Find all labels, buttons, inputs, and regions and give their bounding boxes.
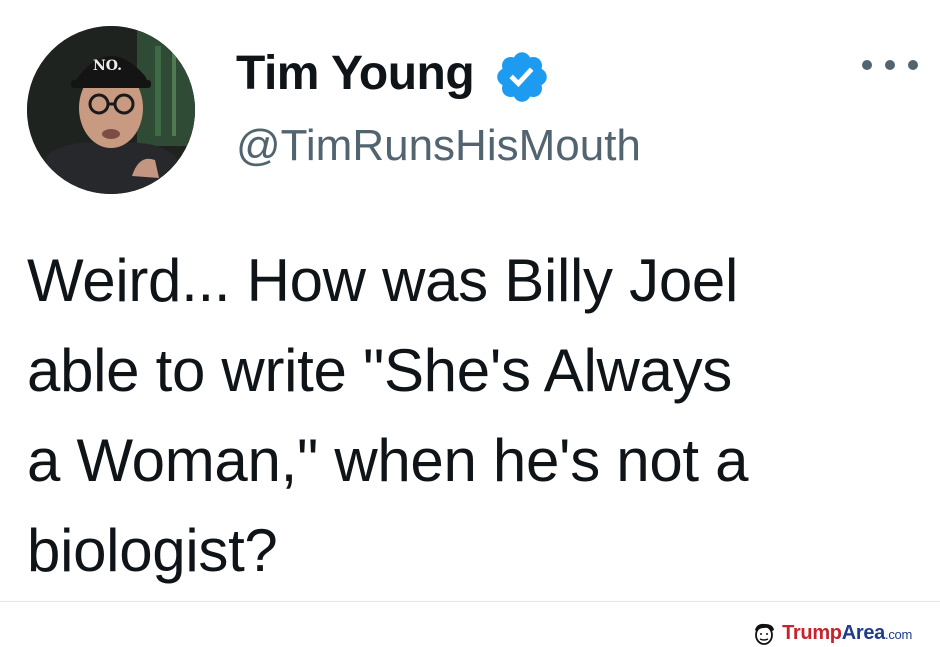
more-dot <box>885 60 895 70</box>
watermark: TrumpArea.com <box>751 620 912 646</box>
svg-text:NO.: NO. <box>93 58 122 74</box>
user-handle[interactable]: @TimRunsHisMouth <box>236 118 641 174</box>
avatar[interactable]: NO. <box>27 26 195 194</box>
watermark-text: TrumpArea.com <box>782 621 912 644</box>
trump-face-icon <box>755 623 775 645</box>
avatar-photo-icon: NO. <box>27 26 195 194</box>
verified-badge-icon <box>497 52 547 102</box>
more-dot <box>862 60 872 70</box>
divider <box>0 601 940 602</box>
tweet-card: NO. Tim Young @TimRunsHisMouth Weird... … <box>0 0 940 600</box>
more-options-icon[interactable] <box>862 50 918 80</box>
tweet-text: Weird... How was Billy Joel able to writ… <box>27 247 749 584</box>
display-name[interactable]: Tim Young <box>236 44 475 104</box>
more-dot <box>908 60 918 70</box>
